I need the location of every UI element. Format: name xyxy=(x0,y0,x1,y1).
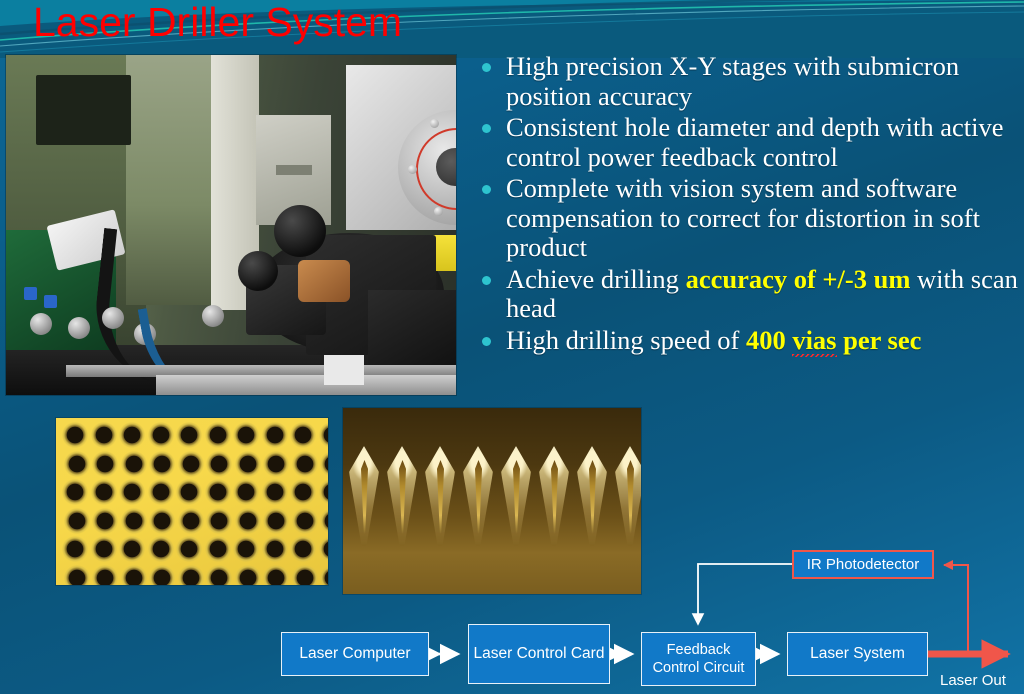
bullet-item: Complete with vision system and software… xyxy=(472,173,1022,263)
bullet-dot-icon xyxy=(482,63,491,72)
via-hole xyxy=(117,477,147,507)
bullet-item: Achieve drilling accuracy of +/-3 um wit… xyxy=(472,263,1022,324)
slide-title: Laser Driller System xyxy=(33,0,403,45)
via-hole xyxy=(88,477,119,507)
slide: Laser Driller System High precision X-Y … xyxy=(0,0,1024,694)
via-hole xyxy=(145,477,176,507)
laser-driller-machine-photo xyxy=(6,55,456,395)
diagram-label-laser-out: Laser Out xyxy=(940,672,1006,689)
bullet-text-segment: per sec xyxy=(836,324,922,355)
diagram-node-laser-computer[interactable]: Laser Computer xyxy=(281,632,429,676)
via-hole xyxy=(231,420,261,450)
system-block-diagram: Laser Computer Laser Control Card Feedba… xyxy=(0,520,1024,694)
bullet-text-segment: Consistent hole diameter and depth with … xyxy=(506,112,1004,172)
bullet-item: High precision X-Y stages with submicron… xyxy=(472,51,1022,111)
via-hole xyxy=(259,420,290,450)
bullet-text-segment: High drilling speed of xyxy=(506,324,746,355)
via-hole xyxy=(90,448,120,479)
bullet-text-segment: High precision X-Y stages with submicron… xyxy=(506,51,960,111)
diagram-node-ir-photodetector[interactable]: IR Photodetector xyxy=(792,550,934,579)
via-hole xyxy=(202,477,233,507)
bullet-text-segment: accuracy of +/-3 um xyxy=(685,263,911,294)
bullet-item: High drilling speed of 400 vias per sec xyxy=(472,324,1022,357)
via-hole xyxy=(60,477,90,507)
bullet-text-segment: Achieve drilling xyxy=(506,263,686,294)
via-hole xyxy=(318,448,328,479)
via-hole xyxy=(204,448,234,479)
via-hole xyxy=(61,448,92,479)
via-hole xyxy=(118,448,149,479)
via-hole xyxy=(259,477,290,507)
via-hole xyxy=(60,420,90,450)
bullet-text-segment: 400 xyxy=(745,324,793,355)
via-hole xyxy=(288,420,318,450)
via-hole xyxy=(174,420,204,450)
bullet-dot-icon xyxy=(482,275,491,285)
diagram-node-laser-system[interactable]: Laser System xyxy=(787,632,928,676)
bullet-text-segment: vias xyxy=(792,324,837,357)
via-hole xyxy=(174,477,204,507)
via-hole xyxy=(117,420,147,450)
via-hole xyxy=(316,477,328,507)
via-hole xyxy=(288,477,318,507)
via-hole xyxy=(175,448,206,479)
bullet-item: Consistent hole diameter and depth with … xyxy=(472,112,1022,172)
bullet-dot-icon xyxy=(482,336,491,346)
diagram-node-feedback-control-circuit[interactable]: Feedback Control Circuit xyxy=(641,632,756,686)
bullet-dot-icon xyxy=(482,185,491,194)
via-hole xyxy=(147,448,177,479)
via-hole xyxy=(145,420,176,450)
diagram-node-laser-control-card[interactable]: Laser Control Card xyxy=(468,624,610,684)
via-hole xyxy=(88,420,119,450)
via-hole xyxy=(261,448,291,479)
feature-bullet-list: High precision X-Y stages with submicron… xyxy=(472,51,1022,357)
bullet-text-segment: Complete with vision system and software… xyxy=(506,173,980,262)
bullet-dot-icon xyxy=(482,124,491,133)
via-hole xyxy=(316,420,328,450)
via-hole xyxy=(202,420,233,450)
via-hole xyxy=(232,448,263,479)
via-hole xyxy=(289,448,320,479)
via-hole xyxy=(231,477,261,507)
